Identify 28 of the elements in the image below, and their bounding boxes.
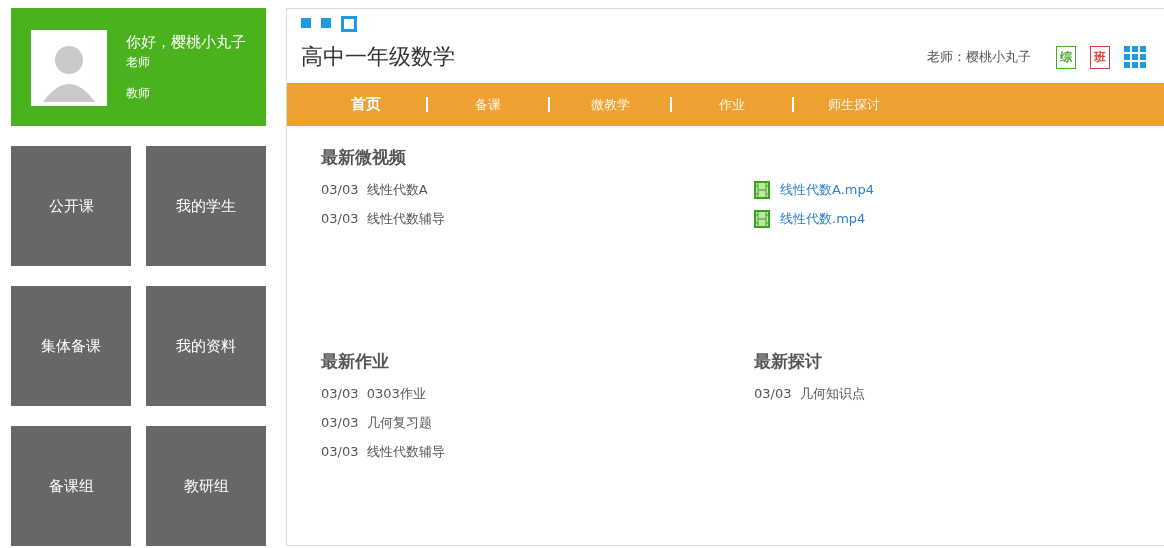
menu-tile[interactable]: 公开课 [11, 146, 131, 266]
film-icon [754, 180, 770, 199]
title-text: 老师 [126, 53, 151, 71]
category-badge[interactable]: 综 [1056, 45, 1076, 69]
menu-tile[interactable]: 教研组 [146, 426, 266, 546]
list-item[interactable]: 03/03 几何复习题 [321, 413, 432, 432]
course-title: 高中一年级数学 [301, 43, 456, 71]
greeting-text: 你好，樱桃小丸子 [126, 32, 246, 52]
film-icon [754, 209, 770, 228]
list-item[interactable]: 03/03 线性代数A [321, 180, 428, 199]
menu-tile[interactable]: 备课组 [11, 426, 131, 546]
list-item[interactable]: 03/03 线性代数辅导 [321, 209, 445, 228]
list-item[interactable]: 03/03 0303作业 [321, 384, 426, 403]
list-item[interactable]: 03/03 线性代数辅导 [321, 442, 445, 461]
section-heading: 最新探讨 [754, 350, 823, 373]
menu-tile[interactable]: 我的学生 [146, 146, 266, 266]
menu-tile[interactable]: 我的资料 [146, 286, 266, 406]
section-heading: 最新微视频 [321, 146, 407, 169]
teacher-name: 老师：樱桃小丸子 [927, 48, 1031, 66]
list-item[interactable]: 03/03 几何知识点 [754, 384, 865, 403]
grid-menu-icon[interactable] [1124, 46, 1146, 68]
menu-tile[interactable]: 集体备课 [11, 286, 131, 406]
category-badge[interactable]: 班 [1090, 45, 1110, 69]
role-text: 教师 [126, 84, 151, 102]
avatar-icon [31, 30, 107, 106]
video-link[interactable]: 线性代数A.mp4 [780, 180, 874, 199]
video-link[interactable]: 线性代数.mp4 [780, 209, 866, 228]
section-heading: 最新作业 [321, 350, 390, 373]
